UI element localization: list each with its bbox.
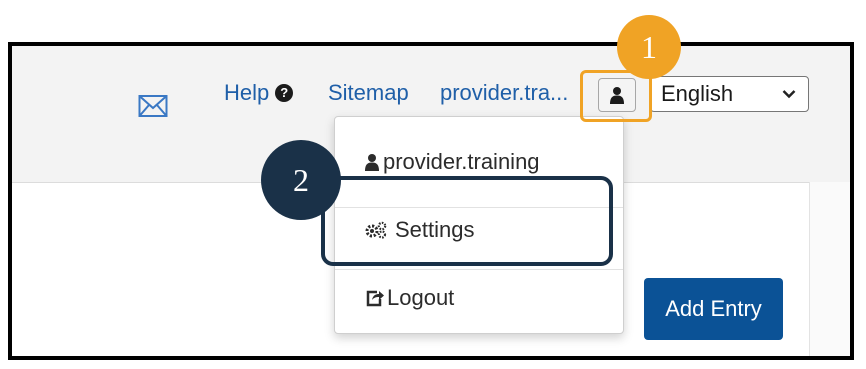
- user-icon: [365, 154, 379, 171]
- share-square-icon: [366, 290, 384, 307]
- settings-highlight-box: [321, 176, 613, 266]
- menu-item-username[interactable]: provider.training: [365, 149, 540, 175]
- sitemap-link[interactable]: Sitemap: [328, 80, 409, 106]
- question-circle-icon: ?: [275, 84, 294, 102]
- envelope-icon[interactable]: [138, 94, 168, 118]
- menu-username-label: provider.training: [383, 149, 540, 174]
- help-label: Help: [224, 80, 270, 105]
- step-2-callout: 2: [261, 140, 341, 220]
- language-select[interactable]: English: [650, 76, 809, 112]
- step-1-callout: 1: [617, 15, 681, 79]
- menu-logout-label: Logout: [387, 285, 455, 310]
- language-selected-value: English: [661, 81, 734, 106]
- menu-item-logout[interactable]: Logout: [365, 285, 454, 311]
- username-link[interactable]: provider.tra...: [440, 80, 568, 106]
- right-panel-edge: [809, 182, 850, 356]
- chevron-down-icon: [782, 90, 796, 99]
- help-link[interactable]: Help ?: [224, 80, 294, 106]
- add-entry-button[interactable]: Add Entry: [644, 278, 783, 340]
- menu-divider: [335, 269, 623, 270]
